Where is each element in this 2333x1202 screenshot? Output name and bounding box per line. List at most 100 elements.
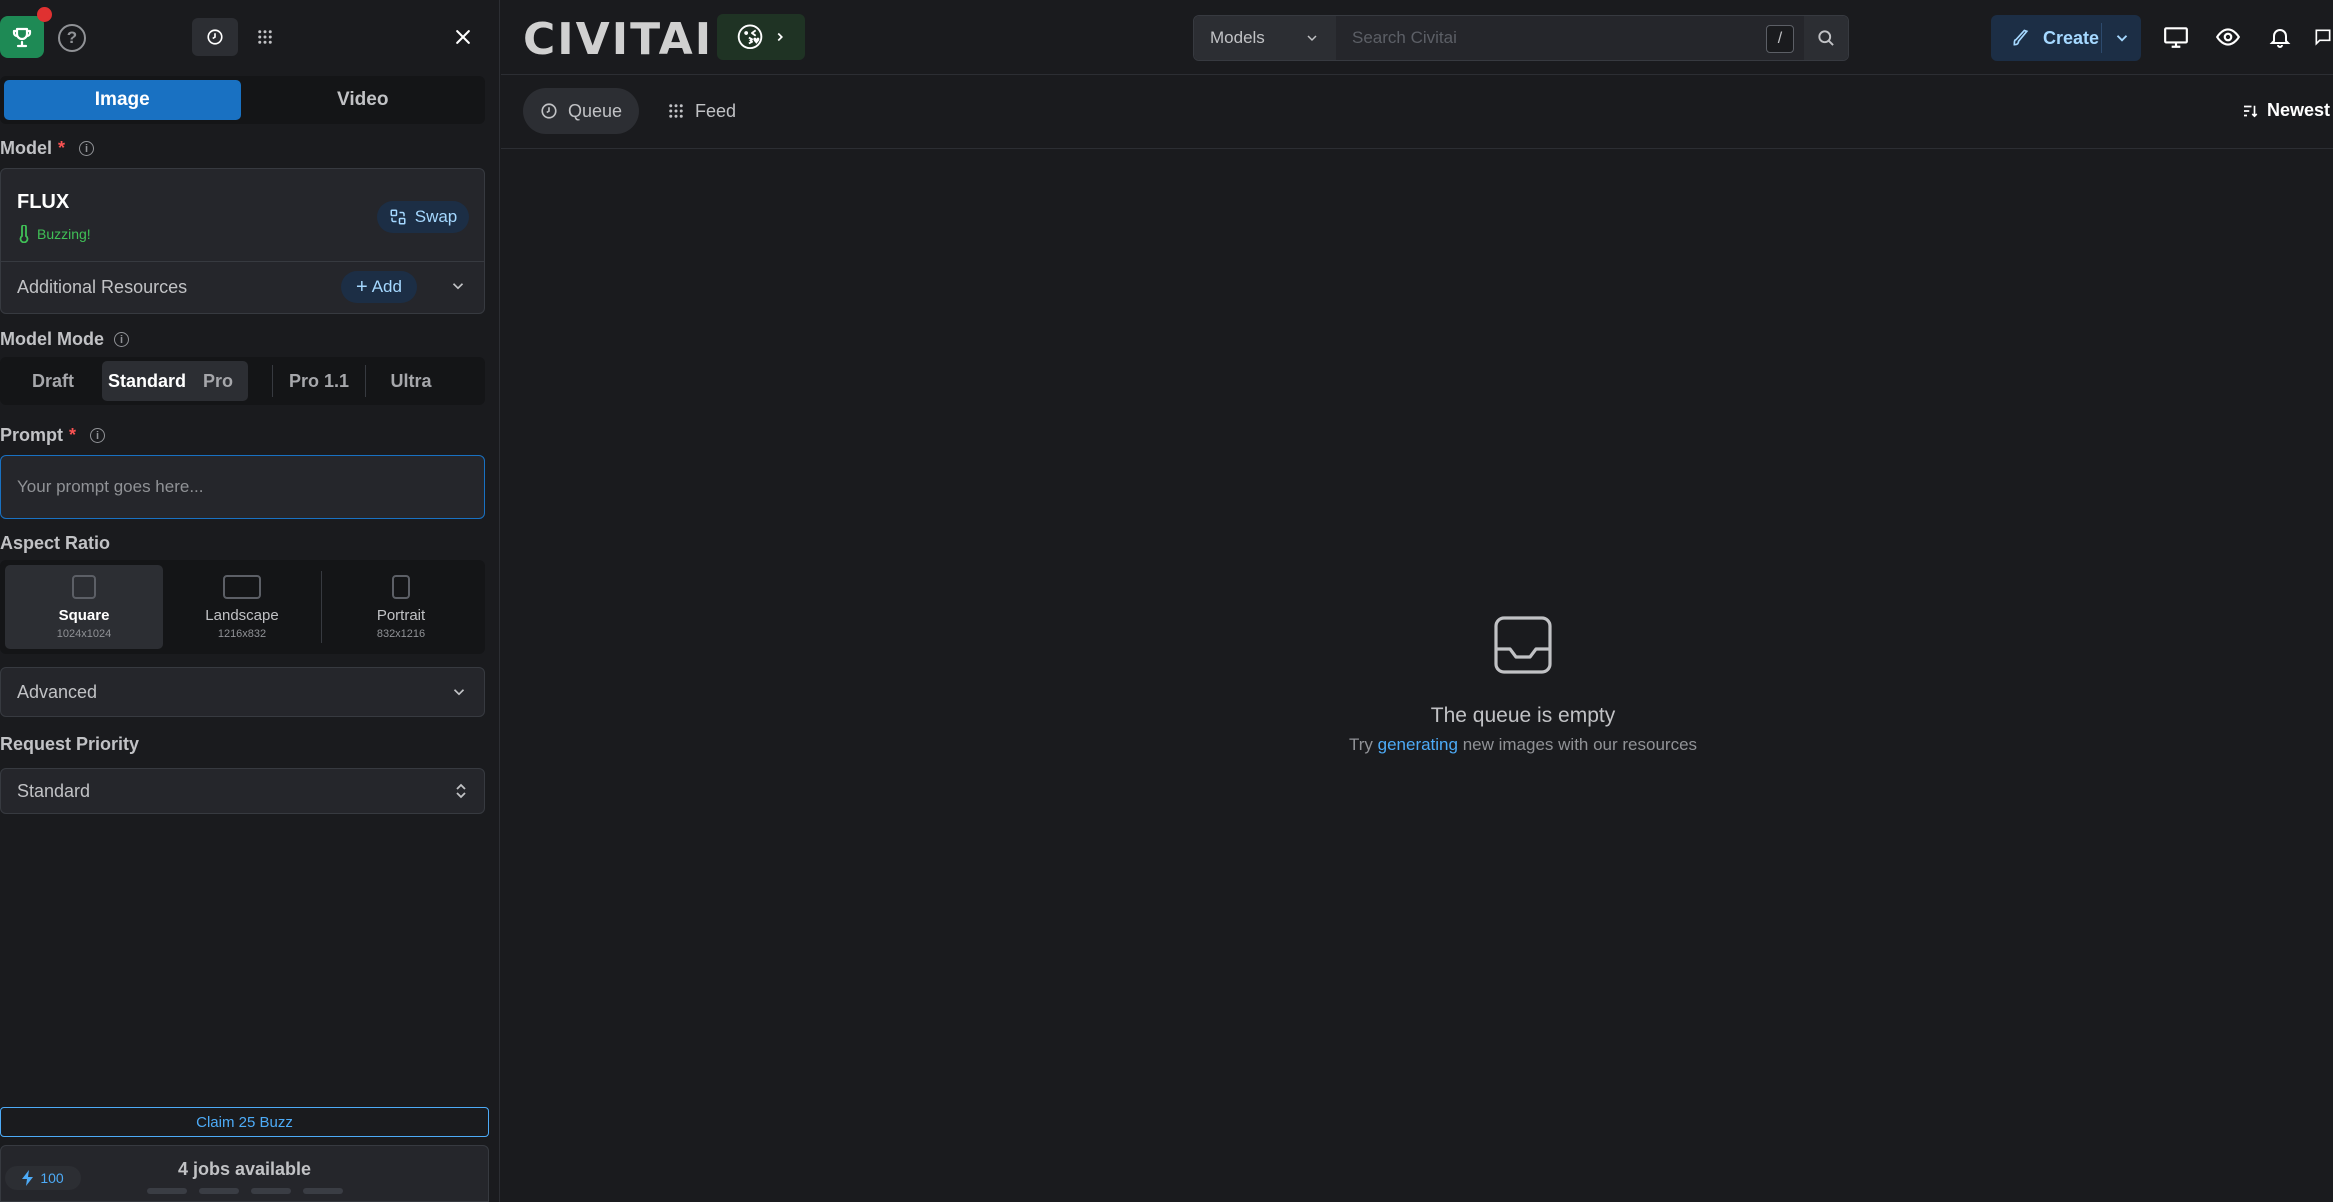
prompt-input[interactable]: Your prompt goes here... — [0, 455, 485, 519]
chevron-down-icon — [452, 283, 464, 290]
mode-standard[interactable]: Standard — [104, 361, 190, 401]
search-placeholder: Search Civitai — [1352, 28, 1457, 47]
selector-icon — [456, 783, 466, 799]
claim-buzz-button[interactable]: Claim 25 Buzz — [0, 1107, 489, 1137]
ratio-portrait[interactable]: Portrait 832x1216 — [322, 565, 480, 649]
swap-label: Swap — [414, 207, 458, 226]
tab-image[interactable]: Image — [4, 80, 241, 120]
mode-draft[interactable]: Draft — [4, 361, 102, 401]
swap-model-button[interactable]: Swap — [377, 201, 469, 233]
empty-sub-suffix: new images with our resources — [1462, 735, 1698, 754]
media-type-tabs: Image Video — [0, 76, 485, 124]
swap-icon — [390, 209, 406, 225]
sort-label: Newest — [2267, 100, 2331, 120]
monitor-icon — [2164, 27, 2188, 48]
grid-view-button[interactable] — [242, 18, 288, 56]
tab-video[interactable]: Video — [245, 80, 482, 120]
chevron-down-icon — [2116, 35, 2127, 42]
close-sidebar-button[interactable] — [446, 20, 480, 54]
feed-label: Feed — [695, 100, 737, 121]
request-priority-select[interactable]: Standard — [0, 768, 485, 814]
emoji-promo-button[interactable]: 😘 — [717, 14, 805, 60]
priority-value: Standard — [17, 780, 91, 801]
create-button[interactable]: Create — [1991, 15, 2141, 61]
mode-ultra[interactable]: Ultra — [366, 361, 456, 401]
generating-link[interactable]: generating — [1378, 735, 1458, 754]
info-icon[interactable]: i — [90, 428, 106, 443]
brush-icon — [2013, 29, 2029, 46]
chevron-down-icon — [1307, 35, 1317, 42]
tab-feed[interactable]: Feed — [661, 88, 741, 134]
sort-newest-button[interactable]: Newest — [2241, 100, 2330, 121]
create-main[interactable]: Create — [1991, 28, 2101, 49]
advanced-accordion[interactable]: Advanced — [0, 667, 485, 717]
queue-label: Queue — [567, 100, 623, 121]
civitai-logo[interactable]: CIVITAI — [523, 14, 713, 65]
info-icon[interactable]: i — [114, 332, 129, 347]
required-asterisk: * — [58, 138, 66, 158]
jobs-panel: 100 4 jobs available — [0, 1145, 489, 1202]
bell-icon — [2269, 29, 2291, 48]
logo-text: CIVITAI — [523, 14, 714, 65]
notification-dot — [37, 7, 52, 22]
generation-sidebar: ? Image Video Model * i FLUX Buzzing! Sw… — [0, 0, 500, 1202]
aspect-ratio-selector: Square 1024x1024 Landscape 1216x832 Port… — [0, 560, 485, 654]
card-divider — [1, 261, 484, 262]
aspect-ratio-label: Aspect Ratio — [0, 533, 111, 553]
ratio-square[interactable]: Square 1024x1024 — [5, 565, 163, 649]
trophy-button[interactable] — [0, 16, 44, 58]
top-header: CIVITAI 😘 Models Search Civitai / Create — [501, 0, 2333, 75]
model-card: FLUX Buzzing! Swap Additional Resources … — [0, 168, 485, 314]
grid-dots-icon — [669, 104, 683, 118]
model-mode-label: Model Mode i — [0, 329, 129, 350]
eye-icon — [2215, 28, 2241, 46]
create-dropdown-toggle[interactable] — [2102, 29, 2141, 47]
search-submit-button[interactable] — [1804, 16, 1848, 60]
model-status-text: Buzzing! — [37, 226, 91, 242]
chevron-right-icon — [777, 32, 783, 42]
kissing-face-icon: 😘 — [735, 21, 765, 53]
add-resource-button[interactable]: + Add — [341, 271, 417, 303]
search-input[interactable]: Search Civitai / — [1336, 16, 1804, 60]
chat-button[interactable] — [2313, 22, 2333, 52]
model-mode-label-text: Model Mode — [0, 329, 104, 349]
chat-icon — [2315, 29, 2331, 46]
monitor-button[interactable] — [2161, 22, 2191, 52]
notifications-button[interactable] — [2265, 22, 2295, 52]
request-priority-label: Request Priority — [0, 734, 140, 754]
portrait-shape-icon — [392, 574, 410, 599]
chevron-down-icon — [453, 689, 465, 696]
close-icon — [456, 30, 470, 44]
mode-pro-1-1[interactable]: Pro 1.1 — [273, 361, 365, 401]
model-label: Model * i — [0, 138, 95, 159]
job-slot — [199, 1188, 239, 1194]
tab-queue[interactable]: Queue — [523, 88, 639, 134]
ratio-name: Landscape — [205, 606, 279, 624]
eye-button[interactable] — [2213, 22, 2243, 52]
mode-pro[interactable]: Pro — [190, 361, 246, 401]
queue-feed-nav: Queue Feed Newest — [501, 76, 2333, 149]
ratio-dims: 1024x1024 — [56, 627, 112, 640]
sidebar-view-switch — [192, 18, 288, 56]
search-category-select[interactable]: Models — [1194, 16, 1336, 60]
required-asterisk: * — [69, 425, 77, 445]
additional-resources-label: Additional Resources — [17, 277, 188, 297]
mode-standard-pro-group: Standard Pro — [102, 361, 248, 401]
job-slot — [147, 1188, 187, 1194]
clock-view-button[interactable] — [192, 18, 238, 56]
clock-icon — [541, 103, 557, 119]
search-category: Models — [1210, 28, 1265, 47]
prompt-label: Prompt * i — [0, 425, 106, 446]
job-slot — [251, 1188, 291, 1194]
ratio-landscape[interactable]: Landscape 1216x832 — [163, 565, 321, 649]
empty-queue-title: The queue is empty — [1430, 704, 1616, 727]
search-bar: Models Search Civitai / — [1193, 15, 1849, 61]
info-icon[interactable]: i — [79, 141, 95, 156]
expand-resources-button[interactable] — [449, 277, 467, 300]
sort-icon — [2244, 105, 2258, 117]
app-root: ? Image Video Model * i FLUX Buzzing! Sw… — [0, 0, 2333, 1202]
ratio-name: Square — [58, 606, 110, 624]
square-shape-icon — [72, 574, 96, 599]
trophy-icon — [12, 27, 32, 48]
help-icon[interactable]: ? — [58, 24, 86, 52]
